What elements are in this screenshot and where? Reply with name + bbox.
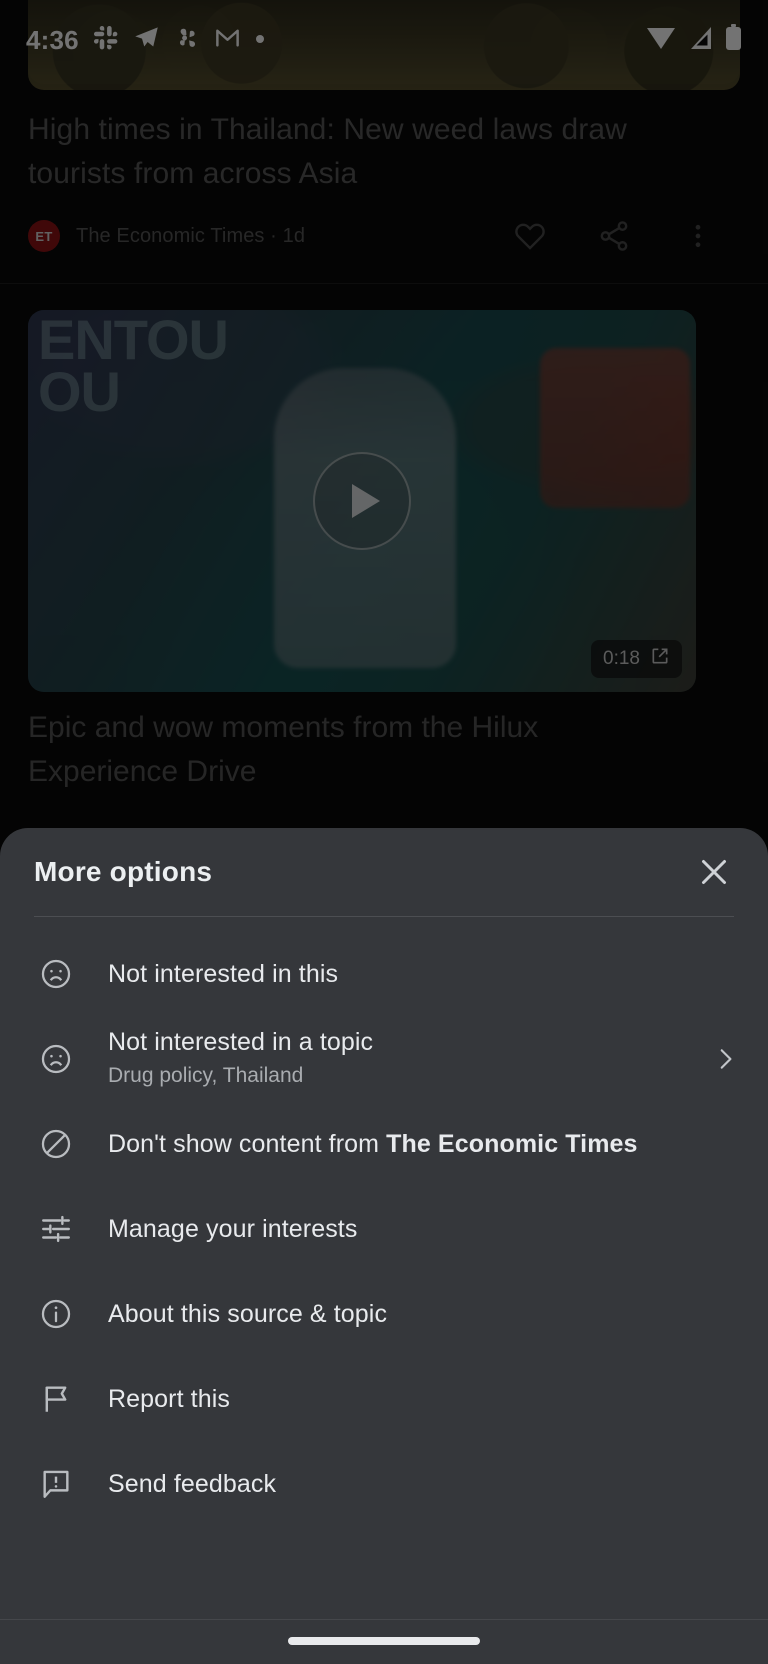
menu-item-label: Send feedback [108,1469,277,1498]
menu-item-report-this[interactable]: Report this [0,1356,768,1441]
sad-face-icon [30,1042,82,1076]
menu-item-label: About this source & topic [108,1299,388,1328]
sad-face-icon [30,957,82,991]
info-icon [30,1297,82,1331]
menu-item-label: Manage your interests [108,1214,358,1243]
chevron-right-icon[interactable] [694,1046,738,1072]
menu-item-manage-your-interests[interactable]: Manage your interests [0,1186,768,1271]
menu-item-label: Don't show content from The Economic Tim… [108,1128,738,1160]
flag-icon [30,1382,82,1416]
menu-item-dont-show-source[interactable]: Don't show content from The Economic Tim… [0,1101,768,1186]
menu-item-subtitle: Drug policy, Thailand [108,1064,304,1087]
menu-item-label: Report this [108,1384,230,1413]
menu-item-not-interested-in-a-topic[interactable]: Not interested in a topic Drug policy, T… [0,1016,768,1101]
options-menu: Not interested in this Not interested in… [0,917,768,1526]
block-icon [30,1127,82,1161]
menu-item-label: Not interested in this [108,959,339,988]
more-options-bottom-sheet: More options Not interested in this Not … [0,828,768,1664]
menu-item-label: Not interested in a topic [108,1028,374,1056]
feedback-icon [30,1467,82,1501]
tune-icon [30,1212,82,1246]
menu-item-send-feedback[interactable]: Send feedback [0,1441,768,1526]
phone-screen: 4:36 [0,0,768,1664]
menu-item-label-prefix: Don't show content from [108,1129,387,1158]
menu-item-about-source-topic[interactable]: About this source & topic [0,1271,768,1356]
sheet-header: More options [0,828,768,916]
home-indicator[interactable] [288,1637,480,1645]
navigation-bar-divider [0,1619,768,1620]
menu-item-label-source: The Economic Times [386,1129,638,1158]
menu-item-not-interested-in-this[interactable]: Not interested in this [0,931,768,1016]
sheet-title: More options [34,856,213,887]
close-icon[interactable] [686,844,742,900]
